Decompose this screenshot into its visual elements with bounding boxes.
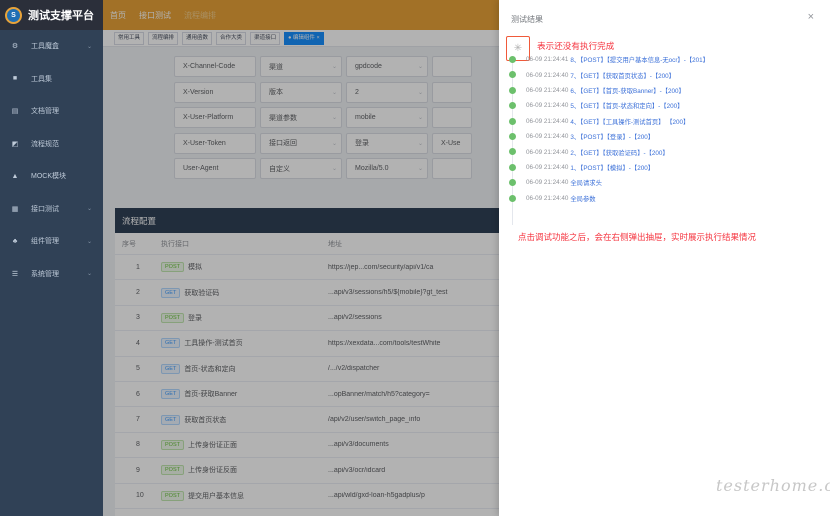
sidebar-item-6[interactable]: ♣ 组件管理 ⌄ (0, 225, 103, 258)
timeline-time: 06-09 21:24:40 (526, 194, 569, 202)
status-dot-icon (509, 71, 516, 79)
sidebar-item-label: 流程规范 (31, 140, 59, 148)
timeline-item: 06-09 21:24:40 全局参数 (509, 191, 819, 206)
sidebar-item-label: 接口测试 (31, 205, 59, 213)
timeline-text: 4、【GET】【工具操作-测试首页】 【200】 (570, 118, 690, 126)
chevron-down-icon: ⌄ (86, 238, 92, 245)
timeline-text: 7、【GET】【获取首页状态】-【200】 (570, 72, 675, 80)
timeline-item: 06-09 21:24:40 2、【GET】【获取验证码】-【200】 (509, 144, 819, 159)
timeline-time: 06-09 21:24:40 (526, 117, 569, 125)
sidebar-item-4[interactable]: ▲ MOCK模块 (0, 160, 103, 193)
status-dot-icon (509, 86, 516, 94)
annotation-drawer: 点击调试功能之后，会在右侧弹出抽屉，实时展示执行结果情况 (518, 232, 757, 242)
api-icon: ▦ (11, 205, 19, 213)
close-icon[interactable]: × (808, 11, 814, 23)
timeline-text: 8、【POST】【提交用户基本信息-无ocr】-【201】 (570, 57, 709, 65)
status-dot-icon (509, 179, 516, 187)
sidebar-item-1[interactable]: ■ 工具集 (0, 63, 103, 96)
document-icon: ▤ (11, 108, 19, 116)
status-dot-icon (509, 132, 516, 140)
status-dot-icon (509, 117, 516, 125)
chevron-down-icon: ⌄ (86, 206, 92, 213)
sidebar-item-3[interactable]: ◩ 流程规范 (0, 128, 103, 161)
timeline-time: 06-09 21:24:40 (526, 179, 569, 187)
timeline-item: 06-09 21:24:40 7、【GET】【获取首页状态】-【200】 (509, 67, 819, 82)
result-drawer: 测试结果 × ✳ 表示还没有执行完成 06-09 21:24:41 8、【POST… (499, 0, 830, 516)
sidebar-item-label: 工具集 (31, 75, 52, 83)
timeline-item: 06-09 21:24:40 5、【GET】【首页-状态和定向】-【200】 (509, 98, 819, 113)
sidebar-item-label: 文档管理 (31, 108, 59, 116)
drawer-title: 测试结果 (511, 15, 543, 24)
sidebar-item-0[interactable]: ⚙ 工具魔盒 ⌄ (0, 30, 103, 63)
timeline-text: 5、【GET】【首页-状态和定向】-【200】 (570, 103, 684, 111)
sidebar-item-2[interactable]: ▤ 文档管理 (0, 95, 103, 128)
gear-icon: ⚙ (11, 43, 19, 51)
watermark: testerhome.com (716, 476, 830, 495)
mock-icon: ▲ (11, 172, 19, 180)
logo[interactable]: S 测试支撑平台 (0, 0, 103, 30)
sidebar-item-label: MOCK模块 (31, 173, 66, 181)
system-icon: ☰ (11, 270, 19, 278)
sidebar-menu: ⚙ 工具魔盒 ⌄ ■ 工具集 ▤ 文档管理 ◩ 流程规范 ▲ MOCK模块 ▦ 接口测试 ⌄ ♣ 组件管理 ⌄ ☰… (0, 30, 103, 290)
timeline-text: 3、【POST】【登录】-【200】 (570, 134, 654, 142)
drawer-overlay[interactable] (103, 0, 499, 516)
timeline-text: 全局参数 (570, 195, 596, 203)
status-dot-icon (509, 102, 516, 110)
sidebar-item-label: 组件管理 (31, 238, 59, 246)
timeline-text: 6、【GET】【首页-获取Banner】-【200】 (570, 87, 685, 95)
annotation-pending: 表示还没有执行完成 (537, 41, 615, 51)
timeline-time: 06-09 21:24:40 (526, 86, 569, 94)
app-root: S 测试支撑平台 ⚙ 工具魔盒 ⌄ ■ 工具集 ▤ 文档管理 ◩ 流程规范 ▲ MOCK模块 ▦ 接口测… (0, 0, 830, 516)
chevron-down-icon: ⌄ (86, 43, 92, 50)
timeline-item: 06-09 21:24:40 全局请求头 (509, 175, 819, 190)
logo-icon: S (5, 6, 22, 24)
status-dot-icon (509, 163, 516, 171)
app-title: 测试支撑平台 (28, 10, 94, 22)
timeline-time: 06-09 21:24:40 (526, 163, 569, 171)
timeline-item: 06-09 21:24:40 6、【GET】【首页-获取Banner】-【200】 (509, 83, 819, 98)
timeline-item: 06-09 21:24:40 1、【POST】【模拟】-【200】 (509, 160, 819, 175)
status-dot-icon (509, 148, 516, 156)
timeline-time: 06-09 21:24:40 (526, 148, 569, 156)
timeline-item: 06-09 21:24:40 4、【GET】【工具操作-测试首页】 【200】 (509, 114, 819, 129)
status-dot-icon (509, 56, 516, 63)
timeline-time: 06-09 21:24:41 (526, 56, 569, 64)
sidebar: S 测试支撑平台 ⚙ 工具魔盒 ⌄ ■ 工具集 ▤ 文档管理 ◩ 流程规范 ▲ MOCK模块 ▦ 接口测… (0, 0, 103, 516)
result-timeline: 06-09 21:24:41 8、【POST】【提交用户基本信息-无ocr】-【2… (509, 52, 819, 225)
timeline-time: 06-09 21:24:40 (526, 71, 569, 79)
timeline-time: 06-09 21:24:40 (526, 133, 569, 141)
timeline-item: 06-09 21:24:40 3、【POST】【登录】-【200】 (509, 129, 819, 144)
timeline-text: 全局请求头 (570, 180, 602, 188)
sidebar-item-label: 系统管理 (31, 270, 59, 278)
chevron-down-icon: ⌄ (86, 271, 92, 278)
wrench-icon: ■ (12, 75, 18, 83)
sidebar-item-5[interactable]: ▦ 接口测试 ⌄ (0, 193, 103, 226)
timeline-text: 1、【POST】【模拟】-【200】 (570, 164, 654, 172)
timeline-time: 06-09 21:24:40 (526, 102, 569, 110)
timeline-item: 06-09 21:24:41 8、【POST】【提交用户基本信息-无ocr】-【2… (509, 52, 819, 67)
sidebar-item-label: 工具魔盒 (31, 43, 59, 51)
sidebar-item-7[interactable]: ☰ 系统管理 ⌄ (0, 258, 103, 291)
timeline-text: 2、【GET】【获取验证码】-【200】 (570, 149, 669, 157)
flow-icon: ◩ (11, 140, 19, 148)
status-dot-icon (509, 194, 516, 202)
component-icon: ♣ (12, 237, 18, 245)
